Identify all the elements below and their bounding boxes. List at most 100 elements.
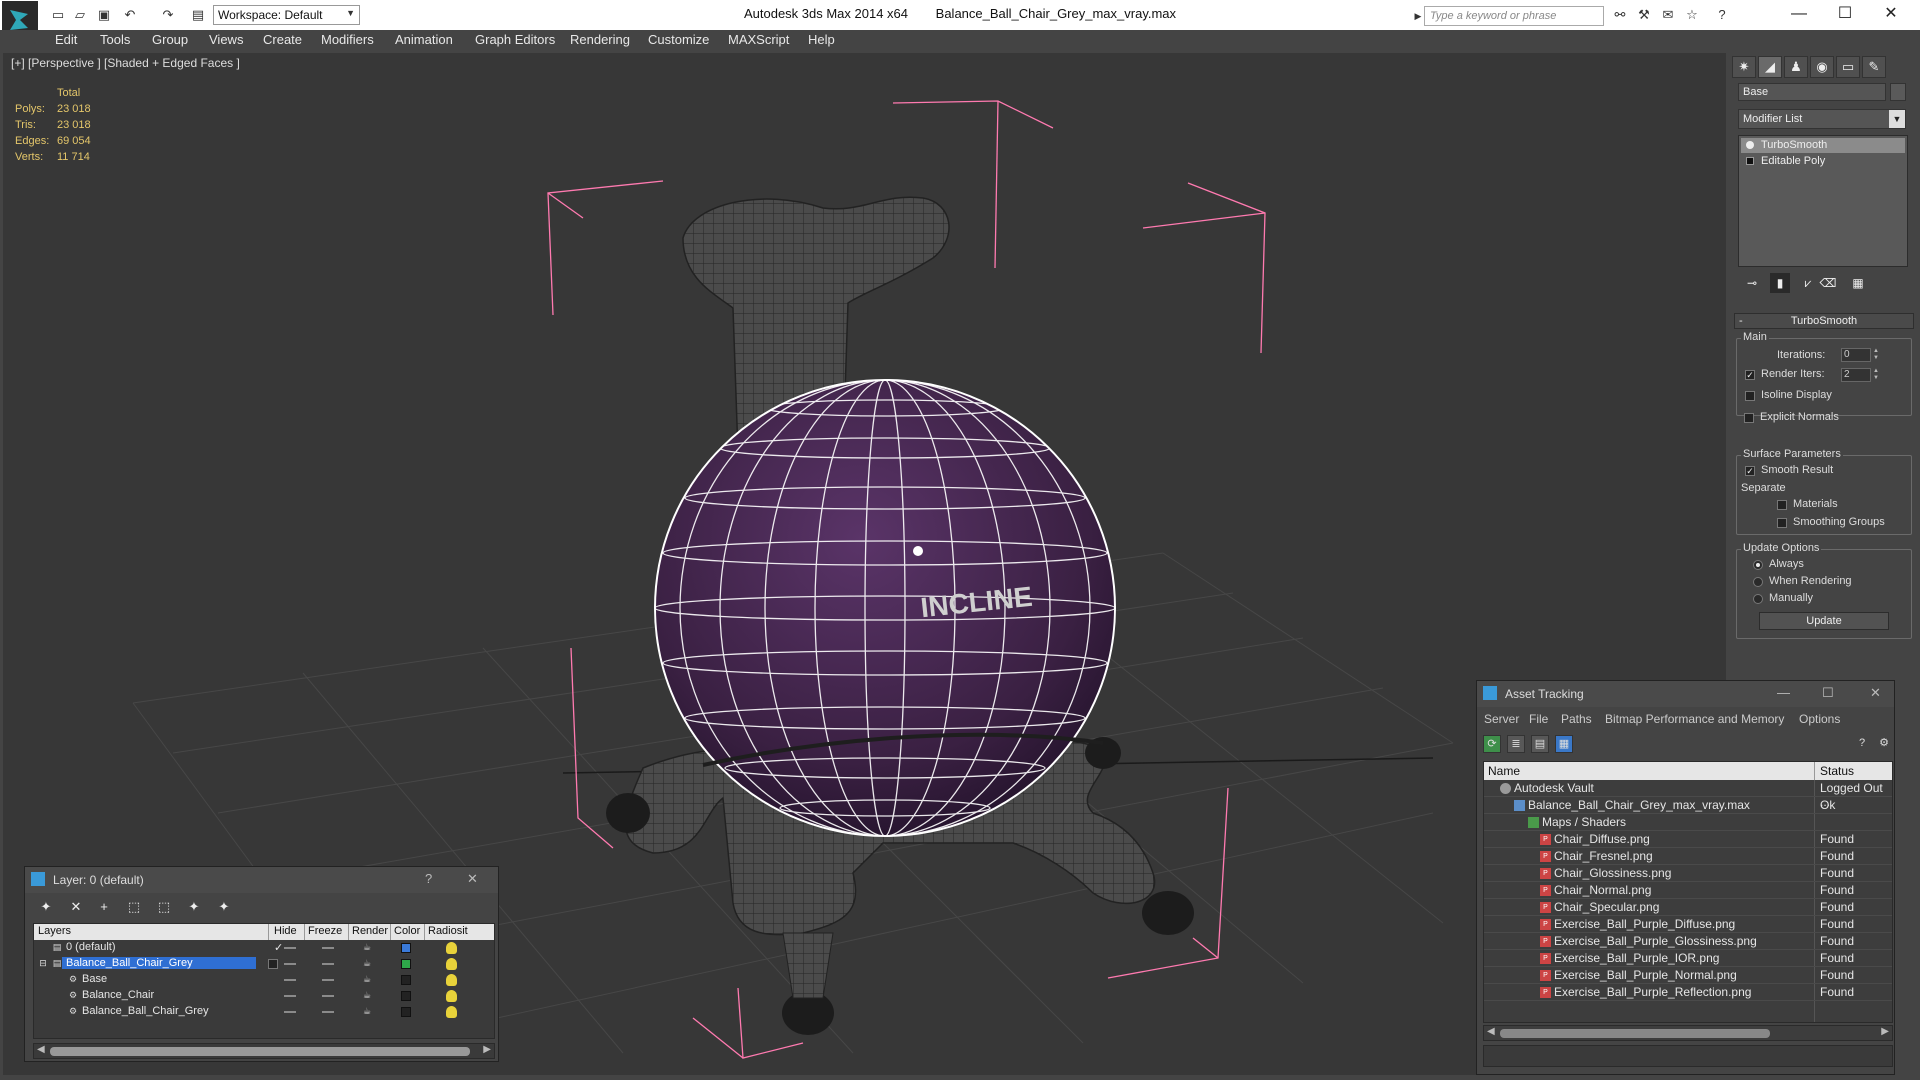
lightbulb-icon[interactable] [1746,141,1754,149]
menu-animation[interactable]: Animation [395,32,453,47]
freeze-toggle[interactable] [322,963,334,965]
scroll-thumb[interactable] [1500,1029,1770,1038]
menu-tools[interactable]: Tools [100,32,130,47]
redo-icon[interactable]: ↷ [160,7,176,23]
asset-tracking-titlebar[interactable]: Asset Tracking — ☐ ✕ [1477,681,1894,707]
freeze-all-icon[interactable]: ✦ [213,897,235,917]
column-color[interactable]: Color [394,925,420,937]
menu-file[interactable]: File [1529,712,1548,726]
add-to-layer-icon[interactable]: + [93,897,115,917]
freeze-toggle[interactable] [322,1011,334,1013]
render-teapot-icon[interactable]: ☕ [362,990,372,1000]
object-color-swatch[interactable] [401,991,411,1001]
select-objects-icon[interactable]: ⬚ [123,897,145,917]
menu-group[interactable]: Group [152,32,188,47]
delete-layer-icon[interactable]: ✕ [65,897,87,917]
close-icon[interactable]: ✕ [467,871,478,887]
modifier-list-dropdown[interactable]: Modifier List ▼ [1738,109,1906,129]
scroll-left-icon[interactable]: ◀ [1487,1026,1495,1037]
column-render[interactable]: Render [352,925,388,937]
create-tab-icon[interactable]: ✷ [1732,56,1756,78]
menu-help[interactable]: Help [808,32,835,47]
binoculars-icon[interactable]: ⚯ [1612,7,1628,23]
help-icon[interactable]: ? [425,871,432,886]
table-row[interactable]: P Chair_Fresnel.png Found [1484,848,1892,865]
always-radio[interactable] [1753,560,1763,570]
radiosity-icon[interactable] [446,942,457,954]
table-view-icon[interactable]: ▦ [1555,735,1573,753]
table-row[interactable]: P Exercise_Ball_Purple_Glossiness.png Foun… [1484,933,1892,950]
layer-row[interactable]: ▤ 0 (default) ✓ ☕ [34,940,494,956]
menu-views[interactable]: Views [209,32,243,47]
when-rendering-radio[interactable] [1753,577,1763,587]
freeze-toggle[interactable] [322,947,334,949]
hide-toggle[interactable] [284,963,296,965]
remove-modifier-icon[interactable]: ⌫ [1818,273,1838,293]
motion-tab-icon[interactable]: ◉ [1810,56,1834,78]
render-teapot-icon[interactable]: ☕ [362,1006,372,1016]
list-view-icon[interactable]: ≣ [1507,735,1525,753]
render-iters-spinner[interactable]: 2 [1841,368,1871,382]
hide-toggle[interactable] [284,995,296,997]
menu-maxscript[interactable]: MAXScript [728,32,789,47]
scroll-right-icon[interactable]: ▶ [1881,1026,1889,1037]
search-input[interactable]: Type a keyword or phrase [1424,6,1604,26]
table-row[interactable]: P Chair_Normal.png Found [1484,882,1892,899]
scroll-right-icon[interactable]: ▶ [483,1044,491,1055]
materials-checkbox[interactable] [1777,500,1787,510]
settings-icon[interactable]: ⚙ [1875,735,1893,753]
freeze-toggle[interactable] [322,979,334,981]
hide-toggle[interactable] [284,947,296,949]
table-row[interactable]: Autodesk Vault Logged Out ... [1484,780,1892,809]
modify-tab-icon[interactable]: ◢ [1758,56,1782,78]
make-unique-icon[interactable]: ⩗ [1798,273,1818,293]
spinner-arrows-icon[interactable]: ▲ ▼ [1873,368,1881,382]
column-layers[interactable]: Layers [38,925,71,937]
object-color-swatch[interactable] [401,975,411,985]
maximize-icon[interactable]: ☐ [1822,685,1834,701]
freeze-toggle[interactable] [322,995,334,997]
help-icon[interactable]: ? [1714,7,1730,23]
render-teapot-icon[interactable]: ☕ [362,958,372,968]
new-icon[interactable]: ▭ [50,7,66,23]
create-layer-icon[interactable]: ✦ [35,897,57,917]
explicit-normals-checkbox[interactable] [1744,413,1754,423]
render-teapot-icon[interactable]: ☕ [362,942,372,952]
project-icon[interactable]: ▤ [190,7,206,23]
layer-row[interactable]: ⚙ Base ☕ [34,972,494,988]
table-row[interactable]: P Chair_Glossiness.png Found [1484,865,1892,882]
utilities-tab-icon[interactable]: ✎ [1862,56,1886,78]
manually-radio[interactable] [1753,594,1763,604]
menu-options[interactable]: Options [1799,712,1840,726]
iterations-spinner[interactable]: 0 [1841,348,1871,362]
column-status[interactable]: Status [1820,764,1854,778]
pin-stack-icon[interactable]: ⊸ [1742,273,1762,293]
menu-server[interactable]: Server [1484,712,1519,726]
stack-item-turbosmooth[interactable]: TurboSmooth [1741,138,1905,153]
object-color-swatch[interactable] [401,1007,411,1017]
menu-edit[interactable]: Edit [55,32,77,47]
hierarchy-tab-icon[interactable]: ♟ [1784,56,1808,78]
active-layer-checkbox[interactable] [268,959,278,969]
menu-modifiers[interactable]: Modifiers [321,32,374,47]
render-teapot-icon[interactable]: ☕ [362,974,372,984]
hide-all-icon[interactable]: ✦ [183,897,205,917]
layer-color-swatch[interactable] [401,959,411,969]
minimize-button[interactable]: — [1776,0,1822,30]
asset-path-field[interactable] [1483,1045,1893,1067]
horizontal-scrollbar[interactable]: ◀ ▶ [33,1043,495,1059]
column-radiosity[interactable]: Radiosit [428,925,468,937]
scroll-thumb[interactable] [50,1047,470,1056]
communication-icon[interactable]: ✉ [1660,7,1676,23]
radiosity-icon[interactable] [446,974,457,986]
menu-rendering[interactable]: Rendering [570,32,630,47]
table-row[interactable]: P Exercise_Ball_Purple_Reflection.png Foun… [1484,984,1892,1001]
column-name[interactable]: Name [1488,764,1520,778]
collapse-icon[interactable]: ⊟ [38,958,48,968]
open-icon[interactable]: ▱ [72,7,88,23]
object-name-field[interactable]: Base [1738,83,1886,101]
radiosity-icon[interactable] [446,958,457,970]
column-hide[interactable]: Hide [274,925,297,937]
column-freeze[interactable]: Freeze [308,925,342,937]
layer-row[interactable]: ⊟ ▤ Balance_Ball_Chair_Grey ☕ [34,956,494,972]
